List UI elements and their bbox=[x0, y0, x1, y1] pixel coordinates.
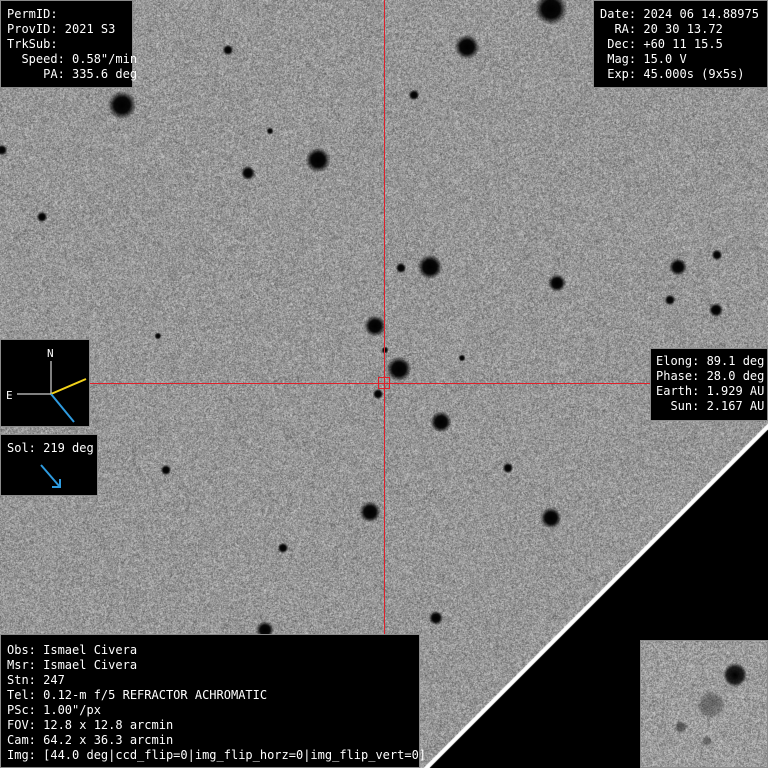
earth-distance-text: Earth: 1.929 AU bbox=[656, 384, 765, 398]
astrometry-frame: PermID: ProvID: 2021 S3 TrkSub: Speed: 0… bbox=[0, 0, 768, 768]
north-label: N bbox=[47, 347, 54, 360]
dec-text: Dec: +60 11 15.5 bbox=[600, 37, 723, 51]
telescope-text: Tel: 0.12-m f/5 REFRACTOR ACHROMATIC bbox=[7, 688, 268, 702]
exposure-text: Exp: 45.000s (9x5s) bbox=[600, 67, 745, 81]
observer-text: Obs: Ismael Civera bbox=[7, 643, 138, 657]
mag-text: Mag: 15.0 V bbox=[600, 52, 687, 66]
sun-distance-text: Sun: 2.167 AU bbox=[656, 399, 765, 413]
east-label: E bbox=[6, 389, 13, 402]
image-params-text: Img: [44.0 deg|ccd_flip=0|img_flip_horz=… bbox=[7, 748, 427, 762]
compass-panel: N E bbox=[0, 339, 90, 427]
speed-text: Speed: 0.58"/min bbox=[7, 52, 138, 66]
elongation-text: Elong: 89.1 deg bbox=[656, 354, 765, 368]
measurer-text: Msr: Ismael Civera bbox=[7, 658, 138, 672]
fov-text: FOV: 12.8 x 12.8 arcmin bbox=[7, 718, 174, 732]
sun-vector bbox=[50, 393, 75, 423]
compass-rose-icon: N E bbox=[6, 347, 87, 423]
date-text: Date: 2024 06 14.88975 bbox=[600, 7, 759, 21]
solar-direction-panel: Sol: 219 deg bbox=[0, 434, 98, 496]
trk-sub-text: TrkSub: bbox=[7, 37, 58, 51]
plate-scale-text: PSc: 1.00"/px bbox=[7, 703, 101, 717]
position-angle-text: PA: 335.6 deg bbox=[7, 67, 138, 81]
zoom-inset bbox=[640, 640, 768, 768]
target-box bbox=[378, 377, 390, 389]
ra-text: RA: 20 30 13.72 bbox=[600, 22, 723, 36]
station-text: Stn: 247 bbox=[7, 673, 65, 687]
target-info-panel: PermID: ProvID: 2021 S3 TrkSub: Speed: 0… bbox=[0, 0, 138, 88]
phase-text: Phase: 28.0 deg bbox=[656, 369, 765, 383]
solar-arrow-icon bbox=[40, 464, 61, 488]
zoom-inset-image bbox=[641, 641, 767, 767]
geometry-info-panel: Elong: 89.1 deg Phase: 28.0 deg Earth: 1… bbox=[650, 348, 768, 421]
site-info-panel: Obs: Ismael Civera Msr: Ismael Civera St… bbox=[0, 634, 427, 768]
observation-info-panel: Date: 2024 06 14.88975 RA: 20 30 13.72 D… bbox=[593, 0, 768, 88]
motion-vector bbox=[50, 378, 87, 395]
perm-id-text: PermID: bbox=[7, 7, 58, 21]
camera-text: Cam: 64.2 x 36.3 arcmin bbox=[7, 733, 174, 747]
solar-angle-text: Sol: 219 deg bbox=[7, 441, 94, 455]
prov-id-text: ProvID: 2021 S3 bbox=[7, 22, 116, 36]
